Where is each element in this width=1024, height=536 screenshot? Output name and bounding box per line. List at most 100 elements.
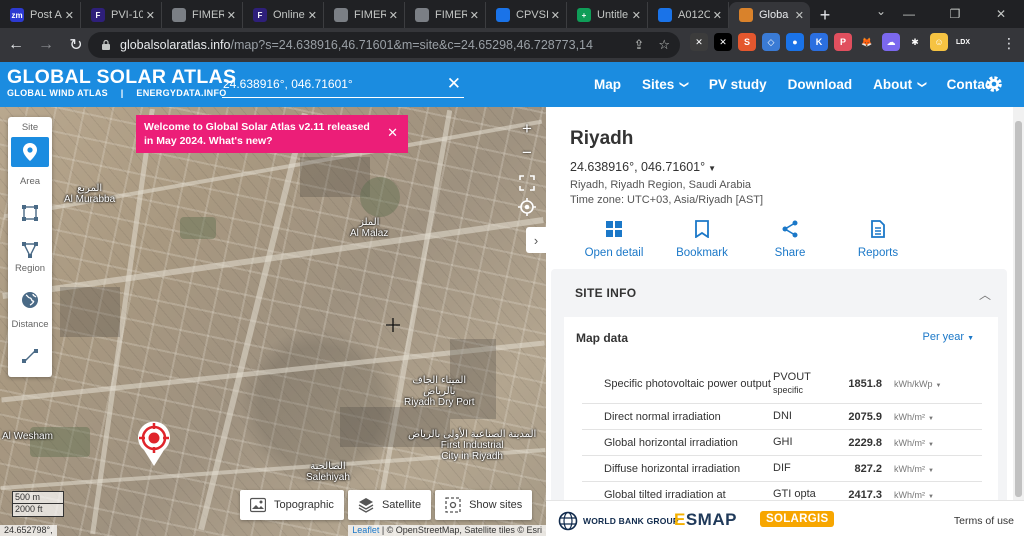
browser-menu-icon[interactable]: ⋮ xyxy=(1002,35,1016,52)
extension-icon[interactable]: ● xyxy=(786,33,804,51)
close-tab-icon[interactable]: ✕ xyxy=(551,9,560,22)
restore-icon[interactable]: ❐ xyxy=(932,0,978,28)
satellite-layer-button[interactable]: Satellite xyxy=(347,490,432,520)
nav-item-about[interactable]: About ❯ xyxy=(873,77,927,92)
scale-metric: 500 m xyxy=(12,491,64,504)
bookmark-button[interactable]: Bookmark xyxy=(658,220,746,259)
close-tab-icon[interactable]: ✕ xyxy=(65,9,74,22)
map-view[interactable]: المربع Al Murabba الملز Al Malaz الميناء… xyxy=(0,107,546,536)
forward-icon[interactable]: → xyxy=(32,31,60,59)
nav-item-map[interactable]: Map xyxy=(594,77,621,92)
reports-button[interactable]: Reports xyxy=(834,220,922,259)
region-tool-button[interactable] xyxy=(11,285,49,315)
extension-icon[interactable]: S xyxy=(738,33,756,51)
close-tab-icon[interactable]: ✕ xyxy=(146,9,155,22)
site-coordinates[interactable]: 24.638916°, 046.71601° ▼ xyxy=(570,160,716,174)
metric-value: 2075.9 xyxy=(848,410,882,423)
zoom-out-button[interactable]: − xyxy=(514,141,540,165)
extension-icon[interactable]: ✕ xyxy=(690,33,708,51)
unit-selector[interactable]: kWh/kWp ▼ xyxy=(882,379,944,389)
browser-tab[interactable]: FIMER ✕ xyxy=(405,2,486,28)
energydata-link[interactable]: ENERGYDATA.INFO xyxy=(136,88,226,98)
distance-tool-button[interactable] xyxy=(11,341,49,371)
unit-selector[interactable]: kWh/m² ▼ xyxy=(882,438,944,448)
expand-map-chevron-icon[interactable]: › xyxy=(526,227,546,253)
collapse-chevron-icon[interactable]: ︿ xyxy=(979,286,991,303)
open-detail-button[interactable]: Open detail xyxy=(570,220,658,259)
browser-tab[interactable]: zm Post A ✕ xyxy=(0,2,81,28)
settings-gear-icon[interactable] xyxy=(984,74,1004,94)
metric-name: Global tilted irradiation at xyxy=(604,488,726,501)
reload-icon[interactable]: ↻ xyxy=(62,31,90,59)
locate-me-icon[interactable] xyxy=(514,195,540,219)
site-tool-button[interactable] xyxy=(11,137,49,167)
nav-item-download[interactable]: Download xyxy=(788,77,853,92)
bookmark-star-icon[interactable]: ☆ xyxy=(658,37,670,53)
close-tab-icon[interactable]: ✕ xyxy=(632,9,641,22)
extension-icon[interactable]: LDX xyxy=(954,33,972,51)
browser-tab[interactable]: + Untitle ✕ xyxy=(567,2,648,28)
extension-icon[interactable]: ☺ xyxy=(930,33,948,51)
brand-title[interactable]: GLOBAL SOLAR ATLAS xyxy=(7,66,236,89)
browser-tab[interactable]: FIMER ✕ xyxy=(162,2,243,28)
share-button[interactable]: Share xyxy=(746,220,834,259)
scrollbar-thumb[interactable] xyxy=(1015,121,1022,497)
terms-of-use-link[interactable]: Terms of use xyxy=(954,515,1014,527)
extension-icon[interactable]: K xyxy=(810,33,828,51)
browser-tab[interactable]: F Online ✕ xyxy=(243,2,324,28)
close-icon[interactable]: ✕ xyxy=(387,126,398,140)
unit-selector[interactable]: kWh/m² ▼ xyxy=(882,464,944,474)
browser-tab[interactable]: CPVSI ✕ xyxy=(486,2,567,28)
extension-icon[interactable]: 🦊 xyxy=(858,33,876,51)
minimize-icon[interactable]: — xyxy=(886,0,932,28)
extension-icon[interactable]: ☁ xyxy=(882,33,900,51)
clear-search-icon[interactable]: ✕ xyxy=(447,74,461,94)
zoom-in-button[interactable]: + xyxy=(514,117,540,141)
new-tab-button[interactable]: + xyxy=(810,2,840,28)
close-tab-icon[interactable]: ✕ xyxy=(308,9,317,22)
share-page-icon[interactable]: ⇪ xyxy=(633,37,644,53)
show-sites-button[interactable]: Show sites xyxy=(435,490,533,520)
nav-item-pv-study[interactable]: PV study xyxy=(709,77,767,92)
browser-tab[interactable]: A012C ✕ xyxy=(648,2,729,28)
selected-site-marker-icon[interactable] xyxy=(134,418,174,468)
address-bar[interactable]: globalsolaratlas.info/map?s=24.638916,46… xyxy=(88,32,680,58)
esmap-logo[interactable]: ESMAP xyxy=(674,510,737,530)
welcome-banner[interactable]: Welcome to Global Solar Atlas v2.11 rele… xyxy=(136,115,408,153)
solargis-logo[interactable]: SOLARGIS xyxy=(760,511,835,527)
extension-icon[interactable]: P xyxy=(834,33,852,51)
area-tool-button[interactable] xyxy=(11,198,49,228)
close-window-icon[interactable]: ✕ xyxy=(978,0,1024,28)
close-tab-icon[interactable]: ✕ xyxy=(713,9,722,22)
browser-tab[interactable]: FIMER ✕ xyxy=(324,2,405,28)
browser-tab[interactable]: Globa ✕ xyxy=(729,2,810,28)
welcome-text[interactable]: Welcome to Global Solar Atlas v2.11 rele… xyxy=(144,121,370,147)
tab-search-icon[interactable]: ⌄ xyxy=(876,4,886,18)
extension-icon[interactable]: ✕ xyxy=(714,33,732,51)
close-tab-icon[interactable]: ✕ xyxy=(470,9,479,22)
nav-item-sites[interactable]: Sites ❯ xyxy=(642,77,690,92)
browser-tab[interactable]: F PVI-10 ✕ xyxy=(81,2,162,28)
panel-scrollbar[interactable] xyxy=(1013,107,1024,500)
extension-icon[interactable]: ◇ xyxy=(762,33,780,51)
close-tab-icon[interactable]: ✕ xyxy=(795,9,804,22)
unit-selector[interactable]: kWh/m² ▼ xyxy=(882,490,944,500)
close-tab-icon[interactable]: ✕ xyxy=(389,9,398,22)
table-row: Global horizontal irradiation GHI 2229.8 kW… xyxy=(582,429,982,455)
global-wind-atlas-link[interactable]: GLOBAL WIND ATLAS xyxy=(7,88,108,98)
fullscreen-icon[interactable] xyxy=(514,171,540,195)
topographic-layer-button[interactable]: Topographic xyxy=(240,490,344,520)
leaflet-link[interactable]: Leaflet xyxy=(352,525,379,535)
unit-selector[interactable]: kWh/m² ▼ xyxy=(882,412,944,422)
metric-abbreviation: PVOUT specific xyxy=(773,371,826,397)
close-tab-icon[interactable]: ✕ xyxy=(227,9,236,22)
extension-icon[interactable]: ✱ xyxy=(906,33,924,51)
site-info-heading[interactable]: SITE INFO xyxy=(575,286,636,300)
coordinates-dropdown-icon[interactable]: ▼ xyxy=(708,164,716,173)
back-icon[interactable]: ← xyxy=(2,31,30,59)
period-selector[interactable]: Per year ▼ xyxy=(922,331,974,343)
world-bank-logo[interactable]: WORLD BANK GROUP xyxy=(558,511,679,531)
layers-icon xyxy=(358,498,374,513)
search-input[interactable] xyxy=(222,71,432,96)
custom-area-tool-button[interactable] xyxy=(11,235,49,265)
